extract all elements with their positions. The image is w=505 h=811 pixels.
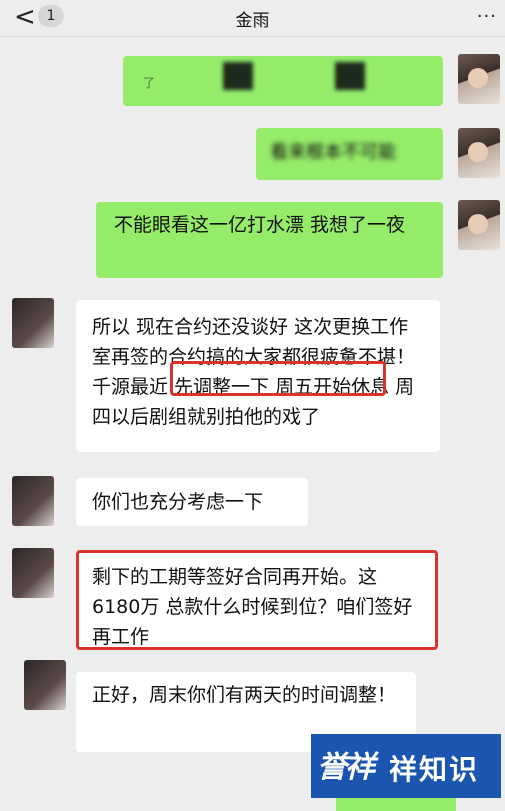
- redaction-block: [335, 62, 365, 90]
- watermark: 誉祥 祥知识: [311, 734, 501, 798]
- message-text: 正好，周末你们有两天的时间调整！: [92, 684, 397, 706]
- message-bubble[interactable]: 不能眼看这一亿打水漂 我想了一夜: [96, 202, 443, 278]
- chat-header: < 1 金雨 ···: [0, 0, 505, 37]
- highlight-box: [76, 550, 438, 650]
- avatar-self[interactable]: [458, 54, 500, 104]
- avatar-contact[interactable]: [12, 476, 54, 526]
- message-bubble-blurred-1[interactable]: 了: [123, 56, 443, 106]
- more-options-icon[interactable]: ···: [477, 6, 497, 27]
- watermark-text: 祥知识: [389, 753, 480, 786]
- avatar-contact[interactable]: [12, 298, 54, 348]
- partial-bubble: [336, 798, 456, 811]
- highlight-box: [170, 361, 386, 396]
- message-bubble[interactable]: 你们也充分考虑一下: [76, 478, 308, 526]
- avatar-self[interactable]: [458, 128, 500, 178]
- avatar-contact[interactable]: [12, 548, 54, 598]
- blurred-char: 了: [143, 76, 156, 90]
- message-text: 不能眼看这一亿打水漂 我想了一夜: [114, 214, 406, 236]
- redaction-block: [223, 62, 253, 90]
- message-bubble-blurred-2[interactable]: 看来根本不可能: [256, 128, 443, 180]
- avatar-self[interactable]: [458, 200, 500, 250]
- chat-title: 金雨: [235, 11, 270, 31]
- avatar-contact[interactable]: [24, 660, 66, 710]
- watermark-logo: 誉祥: [317, 750, 375, 785]
- message-text: 看来根本不可能: [270, 142, 396, 163]
- message-text: 你们也充分考虑一下: [92, 491, 264, 513]
